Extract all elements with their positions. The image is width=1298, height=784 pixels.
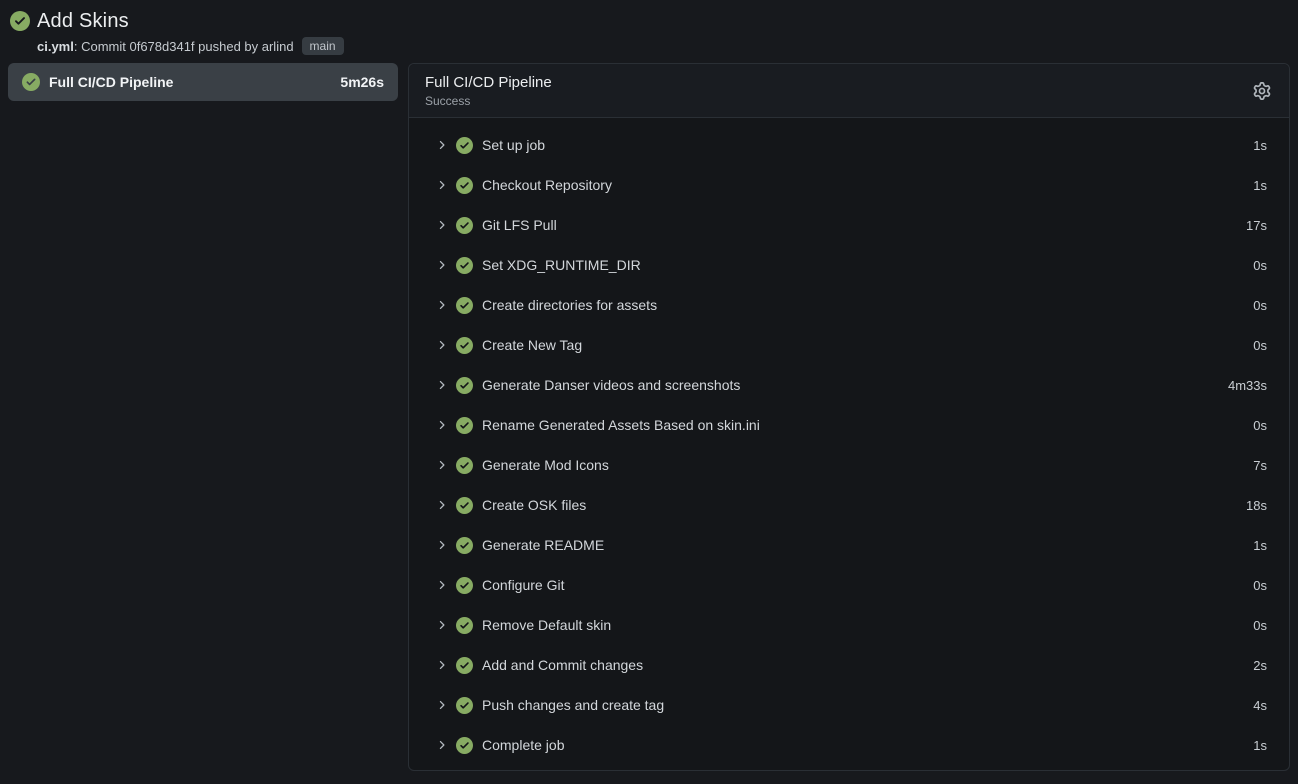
- step-duration: 0s: [1253, 338, 1267, 353]
- commit-line: ci.yml: Commit 0f678d341f pushed by arli…: [37, 36, 1288, 56]
- step-name: Rename Generated Assets Based on skin.in…: [482, 417, 1244, 433]
- success-check-icon: [456, 217, 473, 234]
- run-header: Add Skins ci.yml: Commit 0f678d341f push…: [0, 0, 1298, 56]
- success-check-icon: [456, 297, 473, 314]
- step-row[interactable]: Set up job 1s: [409, 125, 1289, 165]
- chevron-right-icon: [437, 539, 447, 551]
- success-check-icon: [456, 697, 473, 714]
- job-duration: 5m26s: [340, 74, 384, 90]
- step-duration: 4s: [1253, 698, 1267, 713]
- chevron-right-icon: [437, 619, 447, 631]
- job-detail-panel: Full CI/CD Pipeline Success Set up job 1…: [408, 63, 1290, 771]
- branch-badge[interactable]: main: [302, 37, 344, 55]
- success-check-icon: [456, 497, 473, 514]
- step-name: Configure Git: [482, 577, 1244, 593]
- success-check-icon: [456, 577, 473, 594]
- chevron-right-icon: [437, 659, 447, 671]
- success-check-icon: [456, 257, 473, 274]
- step-duration: 0s: [1253, 418, 1267, 433]
- commit-text: : Commit 0f678d341f pushed by arlind: [74, 39, 294, 54]
- chevron-right-icon: [437, 299, 447, 311]
- step-name: Complete job: [482, 737, 1244, 753]
- job-detail-header: Full CI/CD Pipeline Success: [409, 64, 1289, 118]
- success-check-icon: [456, 377, 473, 394]
- step-name: Generate Danser videos and screenshots: [482, 377, 1219, 393]
- jobs-sidebar: Full CI/CD Pipeline 5m26s: [8, 63, 398, 101]
- step-name: Remove Default skin: [482, 617, 1244, 633]
- job-detail-title: Full CI/CD Pipeline: [425, 74, 1273, 91]
- step-duration: 18s: [1246, 498, 1267, 513]
- chevron-right-icon: [437, 219, 447, 231]
- step-row[interactable]: Configure Git 0s: [409, 565, 1289, 605]
- chevron-right-icon: [437, 579, 447, 591]
- chevron-right-icon: [437, 339, 447, 351]
- step-row[interactable]: Create OSK files 18s: [409, 485, 1289, 525]
- success-check-icon: [456, 417, 473, 434]
- step-name: Push changes and create tag: [482, 697, 1244, 713]
- step-duration: 0s: [1253, 258, 1267, 273]
- success-check-icon: [456, 457, 473, 474]
- step-row[interactable]: Git LFS Pull 17s: [409, 205, 1289, 245]
- job-success-check-icon: [22, 73, 40, 91]
- step-name: Set XDG_RUNTIME_DIR: [482, 257, 1244, 273]
- step-name: Create directories for assets: [482, 297, 1244, 313]
- step-row[interactable]: Set XDG_RUNTIME_DIR 0s: [409, 245, 1289, 285]
- step-row[interactable]: Create New Tag 0s: [409, 325, 1289, 365]
- steps-list: Set up job 1s Checkout Repository 1s Git…: [409, 118, 1289, 772]
- success-check-icon: [456, 617, 473, 634]
- chevron-right-icon: [437, 419, 447, 431]
- chevron-right-icon: [437, 179, 447, 191]
- step-row[interactable]: Checkout Repository 1s: [409, 165, 1289, 205]
- step-row[interactable]: Push changes and create tag 4s: [409, 685, 1289, 725]
- step-name: Create New Tag: [482, 337, 1244, 353]
- step-duration: 0s: [1253, 298, 1267, 313]
- step-name: Create OSK files: [482, 497, 1237, 513]
- step-duration: 4m33s: [1228, 378, 1267, 393]
- step-duration: 2s: [1253, 658, 1267, 673]
- chevron-right-icon: [437, 379, 447, 391]
- step-name: Checkout Repository: [482, 177, 1244, 193]
- run-title: Add Skins: [37, 10, 129, 33]
- step-duration: 0s: [1253, 618, 1267, 633]
- step-row[interactable]: Create directories for assets 0s: [409, 285, 1289, 325]
- step-duration: 1s: [1253, 178, 1267, 193]
- step-duration: 0s: [1253, 578, 1267, 593]
- step-row[interactable]: Generate README 1s: [409, 525, 1289, 565]
- run-status-check-icon: [10, 11, 30, 31]
- step-row[interactable]: Remove Default skin 0s: [409, 605, 1289, 645]
- step-duration: 1s: [1253, 538, 1267, 553]
- gear-icon[interactable]: [1249, 78, 1275, 104]
- job-card-full-pipeline[interactable]: Full CI/CD Pipeline 5m26s: [8, 63, 398, 101]
- step-name: Git LFS Pull: [482, 217, 1237, 233]
- step-duration: 1s: [1253, 138, 1267, 153]
- step-name: Generate README: [482, 537, 1244, 553]
- step-name: Generate Mod Icons: [482, 457, 1244, 473]
- chevron-right-icon: [437, 499, 447, 511]
- chevron-right-icon: [437, 739, 447, 751]
- step-row[interactable]: Generate Mod Icons 7s: [409, 445, 1289, 485]
- step-duration: 17s: [1246, 218, 1267, 233]
- chevron-right-icon: [437, 699, 447, 711]
- chevron-right-icon: [437, 259, 447, 271]
- success-check-icon: [456, 537, 473, 554]
- success-check-icon: [456, 177, 473, 194]
- step-duration: 1s: [1253, 738, 1267, 753]
- step-row[interactable]: Generate Danser videos and screenshots 4…: [409, 365, 1289, 405]
- step-duration: 7s: [1253, 458, 1267, 473]
- job-status-text: Success: [425, 94, 1273, 108]
- chevron-right-icon: [437, 459, 447, 471]
- chevron-right-icon: [437, 139, 447, 151]
- success-check-icon: [456, 337, 473, 354]
- success-check-icon: [456, 737, 473, 754]
- step-row[interactable]: Add and Commit changes 2s: [409, 645, 1289, 685]
- job-name: Full CI/CD Pipeline: [49, 74, 331, 90]
- step-row[interactable]: Rename Generated Assets Based on skin.in…: [409, 405, 1289, 445]
- step-name: Set up job: [482, 137, 1244, 153]
- workflow-file-name: ci.yml: [37, 39, 74, 54]
- step-name: Add and Commit changes: [482, 657, 1244, 673]
- step-row[interactable]: Complete job 1s: [409, 725, 1289, 765]
- success-check-icon: [456, 657, 473, 674]
- success-check-icon: [456, 137, 473, 154]
